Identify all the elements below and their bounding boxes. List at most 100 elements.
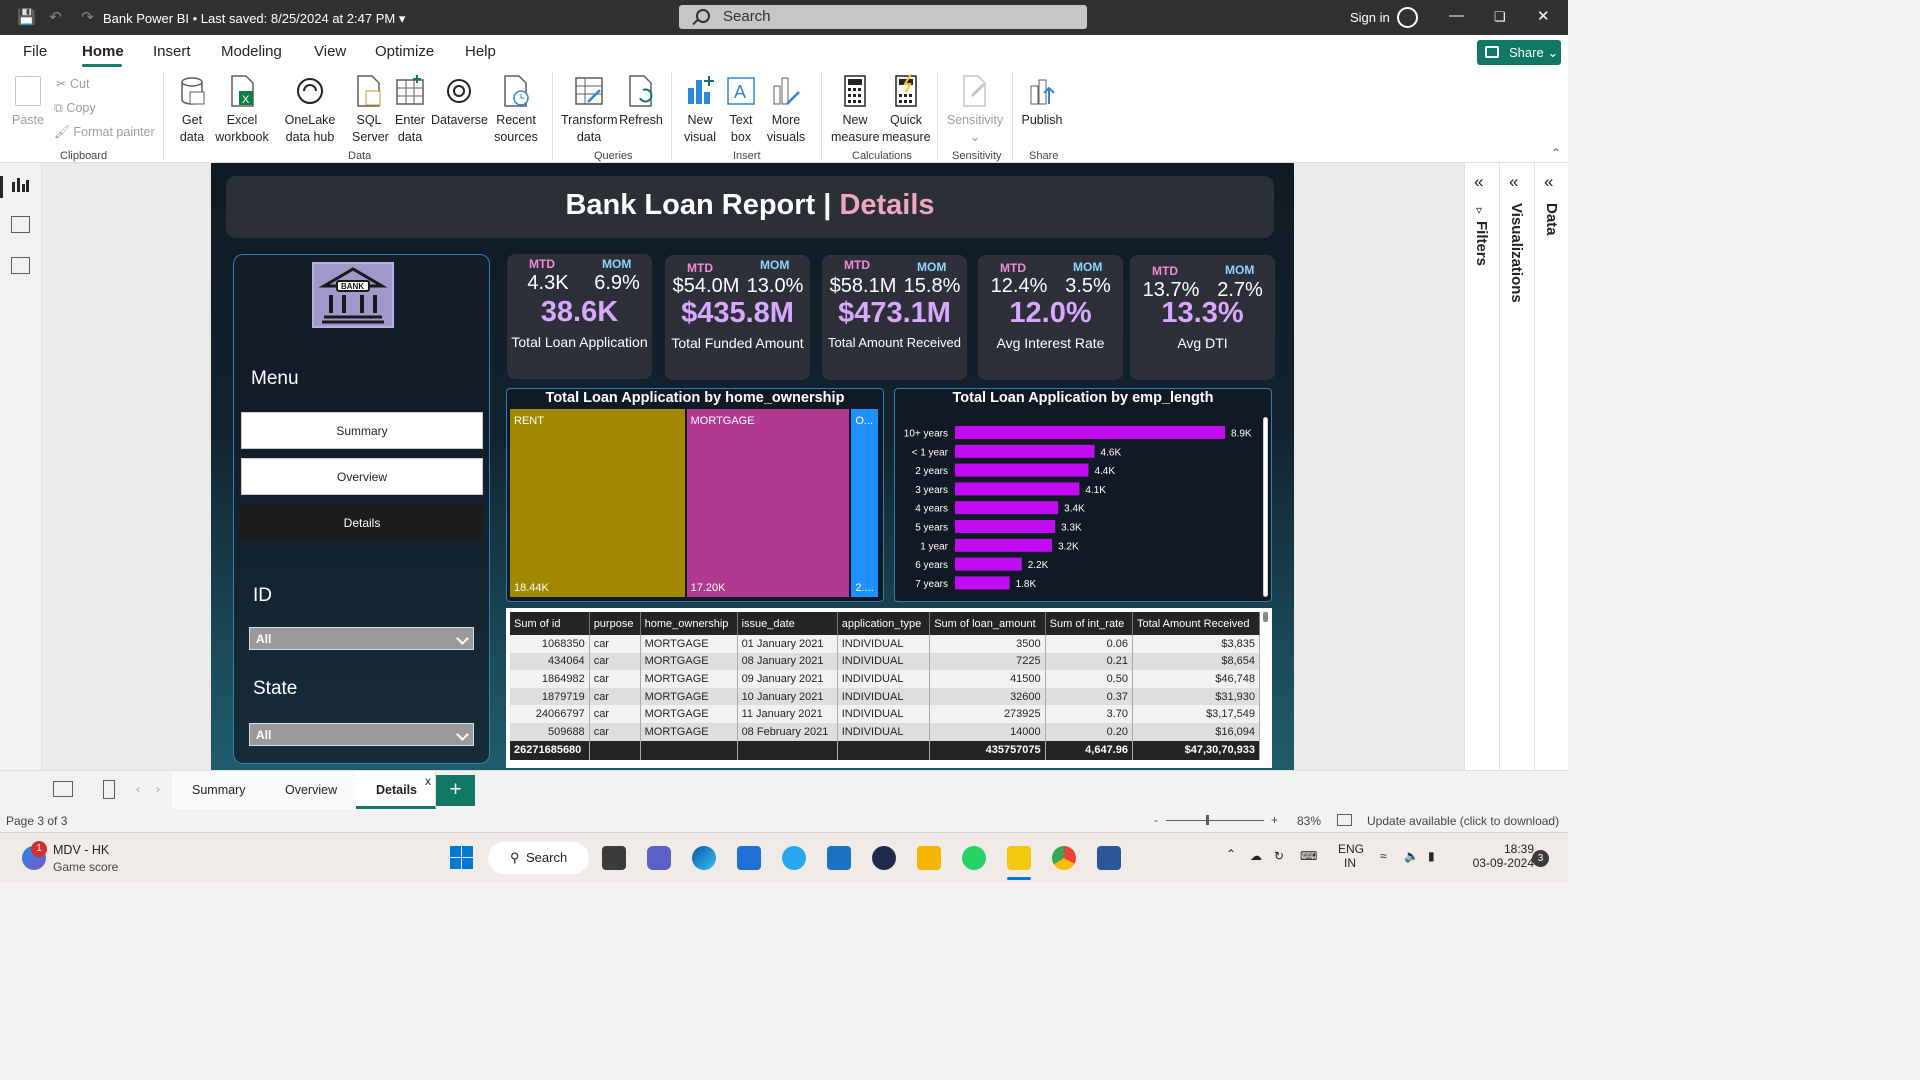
prev-page-icon[interactable]: ‹ [136,782,140,796]
column-header[interactable]: home_ownership [640,612,738,635]
table-view-icon[interactable] [11,216,30,233]
tab-file[interactable]: File [23,43,47,60]
column-header[interactable]: Sum of loan_amount [929,612,1046,635]
app-icon[interactable] [872,846,896,870]
treemap-cell[interactable]: RENT 18.44K [510,409,685,597]
sign-in-link[interactable]: Sign in [1350,10,1390,25]
redo-icon[interactable]: ↷ [79,9,96,26]
minimize-icon[interactable]: — [1449,7,1464,24]
get-data-button[interactable]: Get data [172,74,212,146]
file-explorer-icon[interactable] [917,846,941,870]
state-slicer-dropdown[interactable]: All [249,723,474,746]
page-tab-details[interactable]: Details [356,771,436,809]
column-header[interactable]: Total Amount Received [1132,612,1261,635]
column-header[interactable]: purpose [589,612,641,635]
notepad-icon[interactable] [1097,846,1121,870]
format-painter-button[interactable]: 🖌 Format painter [54,125,155,140]
tab-help[interactable]: Help [465,43,496,60]
home-ownership-treemap[interactable]: Total Loan Application by home_ownership… [506,388,884,602]
zoom-slider[interactable] [1166,820,1264,821]
tab-insert[interactable]: Insert [153,43,191,60]
power-bi-icon[interactable] [1007,846,1031,870]
restore-icon[interactable]: ❏ [1494,9,1506,25]
visualizations-pane-collapsed[interactable]: « Visualizations [1500,163,1535,770]
store-icon[interactable] [737,846,761,870]
treemap-cell[interactable]: MORTGAGE 17.20K [686,409,850,597]
tab-optimize[interactable]: Optimize [375,43,434,60]
kpi-card-interest-rate[interactable]: MTD MOM 12.4% 3.5% 12.0% Avg Interest Ra… [978,255,1123,380]
new-measure-button[interactable]: New measure [831,74,880,146]
transform-data-button[interactable]: Transform data [561,74,618,146]
teams-chat-icon[interactable] [647,846,671,870]
chart-scrollbar[interactable] [1263,417,1268,597]
zoom-out-icon[interactable]: - [1154,813,1158,827]
excel-workbook-button[interactable]: X Excel workbook [214,74,270,146]
language-indicator[interactable]: ENG IN [1338,842,1364,870]
text-box-button[interactable]: A Text box [724,74,758,146]
avatar-icon[interactable] [1397,7,1418,28]
chrome-icon[interactable] [1052,846,1076,870]
nav-overview-button[interactable]: Overview [241,458,483,495]
sensitivity-button[interactable]: Sensitivity ⌄ [946,74,1004,146]
kpi-card-funded-amount[interactable]: MTD MOM $54.0M 13.0% $435.8M Total Funde… [665,255,810,380]
bar[interactable] [955,482,1080,496]
tab-modeling[interactable]: Modeling [221,43,282,60]
battery-icon[interactable]: ▮ [1428,849,1435,863]
bar[interactable] [955,557,1022,571]
whatsapp-icon[interactable] [962,846,986,870]
desktop-layout-icon[interactable] [53,781,73,797]
column-header[interactable]: issue_date [737,612,838,635]
bar[interactable] [955,444,1095,458]
new-visual-button[interactable]: New visual [683,74,717,146]
dataverse-button[interactable]: Dataverse [431,74,488,129]
wifi-icon[interactable]: ≈ [1380,849,1387,863]
bar[interactable] [955,501,1059,515]
volume-icon[interactable]: 🔈 [1404,849,1419,863]
table-row[interactable]: 1864982 car MORTGAGE 09 January 2021 INDIVID… [510,670,1261,688]
tab-home[interactable]: Home [82,43,124,60]
help-icon[interactable] [782,846,806,870]
onedrive-icon[interactable]: ☁ [1250,849,1262,863]
close-icon[interactable]: ✕ [1537,7,1550,25]
copy-button[interactable]: ⧉ Copy [54,101,96,116]
table-row[interactable]: 1879719 car MORTGAGE 10 January 2021 INDIVID… [510,687,1261,706]
collapse-ribbon-icon[interactable]: ⌃ [1551,146,1561,160]
table-row[interactable]: 434064 car MORTGAGE 08 January 2021 INDIVIDU… [510,652,1261,671]
column-header[interactable]: application_type [837,612,931,635]
vscode-icon[interactable] [827,846,851,870]
show-hidden-icons[interactable]: ⌃ [1226,847,1236,861]
add-page-button[interactable]: + [436,775,475,806]
mobile-layout-icon[interactable] [103,780,115,799]
expand-chevron-icon[interactable]: « [1544,172,1553,192]
table-row[interactable]: 1068350 car MORTGAGE 01 January 2021 INDIVID… [510,635,1261,653]
data-pane-collapsed[interactable]: « Data [1535,163,1570,770]
kpi-card-loan-applications[interactable]: MTD MOM 4.3K 6.9% 38.6K Total Loan Appli… [507,254,652,379]
bar[interactable] [955,576,1010,590]
bar[interactable] [955,520,1056,533]
windows-start-icon[interactable] [450,846,473,869]
task-view-icon[interactable] [602,846,626,870]
treemap-cell[interactable]: O... 2.... [851,409,878,597]
taskbar-search[interactable]: ⚲ Search [488,842,589,874]
search-box[interactable]: Search [679,5,1087,29]
column-header[interactable]: Sum of id [510,612,590,635]
edge-browser-icon[interactable] [692,846,716,870]
quick-measure-button[interactable]: Quick measure [882,73,931,146]
clock[interactable]: 18:39 03-09-2024 [1473,842,1534,870]
bar[interactable] [955,463,1089,477]
recent-sources-button[interactable]: Recent sources [488,74,544,146]
document-title[interactable]: Bank Power BI • Last saved: 8/25/2024 at… [103,11,405,27]
nav-summary-button[interactable]: Summary [241,412,483,449]
zoom-in-icon[interactable]: + [1271,813,1278,827]
widget-title[interactable]: MDV - HK [53,843,109,857]
onelake-button[interactable]: OneLake data hub [272,74,348,146]
emp-length-bar-chart[interactable]: Total Loan Application by emp_length 10+… [894,388,1272,602]
expand-chevron-icon[interactable]: « [1474,172,1483,192]
share-button[interactable]: Share ⌄ [1477,40,1561,65]
sync-icon[interactable]: ↻ [1274,849,1284,863]
bar[interactable] [955,538,1053,552]
keyboard-icon[interactable]: ⌨ [1300,849,1317,863]
next-page-icon[interactable]: › [156,782,160,796]
kpi-card-amount-received[interactable]: MTD MOM $58.1M 15.8% $473.1M Total Amoun… [822,255,967,380]
table-scrollbar[interactable] [1263,612,1268,622]
